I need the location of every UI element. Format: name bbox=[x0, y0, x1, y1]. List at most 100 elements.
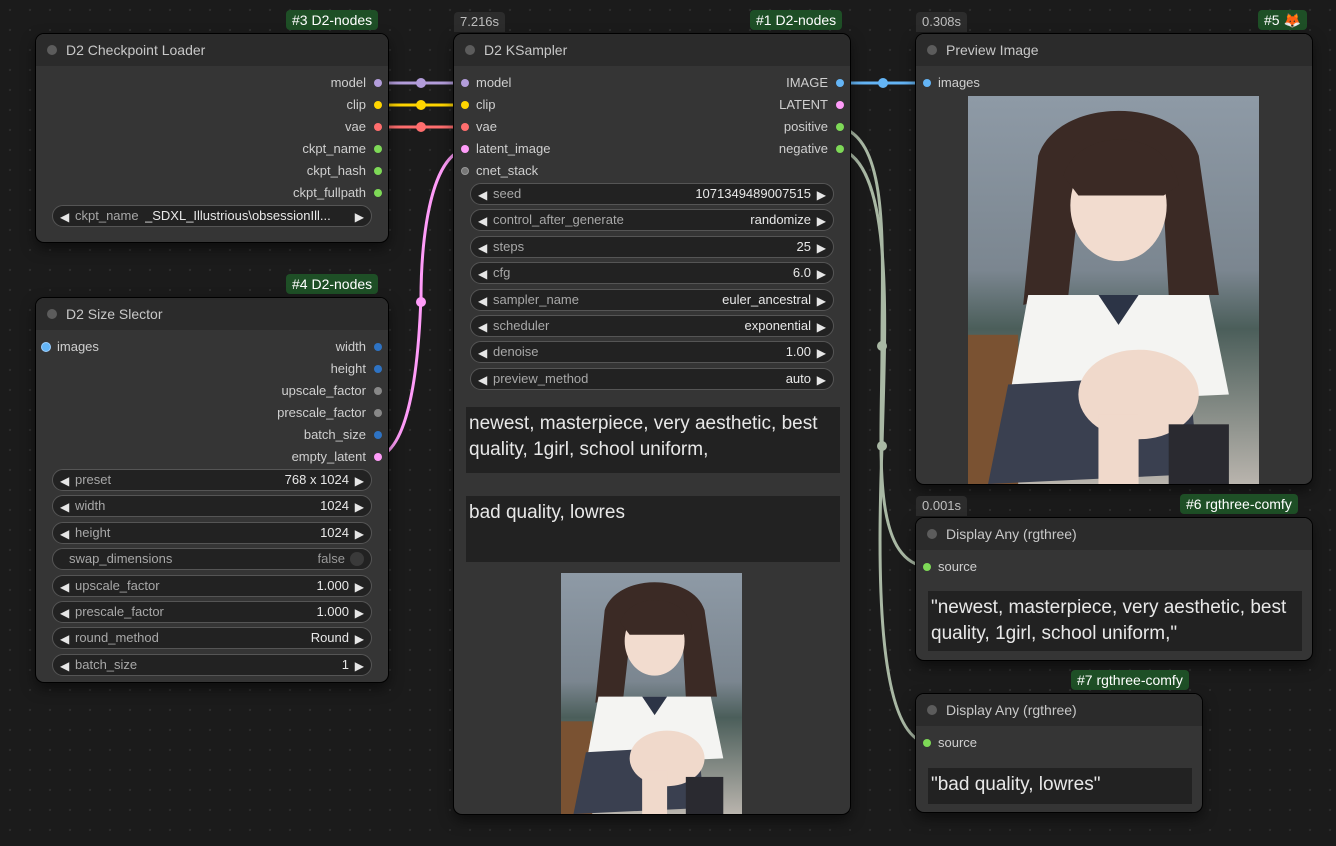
arrow-right-icon[interactable]: ▶ bbox=[817, 317, 826, 337]
output-latent[interactable]: LATENT bbox=[779, 95, 828, 115]
arrow-right-icon[interactable]: ▶ bbox=[355, 629, 364, 649]
input-source[interactable]: source bbox=[938, 557, 977, 577]
input-dot-icon[interactable] bbox=[461, 167, 469, 175]
output-dot-icon[interactable] bbox=[374, 123, 382, 131]
output-dot-icon[interactable] bbox=[374, 365, 382, 373]
output-dot-icon[interactable] bbox=[374, 189, 382, 197]
arrow-right-icon[interactable]: ▶ bbox=[355, 497, 364, 517]
arrow-right-icon[interactable]: ▶ bbox=[355, 524, 364, 544]
display-any-node-negative[interactable]: Display Any (rgthree) source "bad qualit… bbox=[916, 694, 1202, 812]
output-dot-icon[interactable] bbox=[374, 431, 382, 439]
checkpoint-loader-node[interactable]: D2 Checkpoint Loader model clip vae ckpt… bbox=[36, 34, 388, 242]
arrow-left-icon[interactable]: ◀ bbox=[60, 497, 69, 517]
output-dot-icon[interactable] bbox=[374, 145, 382, 153]
input-dot-icon[interactable] bbox=[42, 343, 50, 351]
arrow-left-icon[interactable]: ◀ bbox=[60, 524, 69, 544]
output-upscale-factor[interactable]: upscale_factor bbox=[281, 381, 366, 401]
input-dot-icon[interactable] bbox=[461, 79, 469, 87]
arrow-left-icon[interactable]: ◀ bbox=[478, 291, 487, 311]
preview-method-combo[interactable]: ◀ preview_method auto ▶ bbox=[470, 368, 834, 390]
sampler-name-combo[interactable]: ◀ sampler_name euler_ancestral ▶ bbox=[470, 289, 834, 311]
arrow-left-icon[interactable]: ◀ bbox=[60, 471, 69, 491]
arrow-left-icon[interactable]: ◀ bbox=[60, 629, 69, 649]
output-dot-icon[interactable] bbox=[836, 145, 844, 153]
node-title-bar[interactable]: Display Any (rgthree) bbox=[916, 694, 1202, 726]
arrow-right-icon[interactable]: ▶ bbox=[355, 471, 364, 491]
output-ckpt-name[interactable]: ckpt_name bbox=[302, 139, 366, 159]
prescale-factor-number[interactable]: ◀ prescale_factor 1.000 ▶ bbox=[52, 601, 372, 623]
control-after-generate-combo[interactable]: ◀ control_after_generate randomize ▶ bbox=[470, 209, 834, 231]
output-ckpt-fullpath[interactable]: ckpt_fullpath bbox=[293, 183, 366, 203]
arrow-left-icon[interactable]: ◀ bbox=[60, 656, 69, 676]
output-dot-icon[interactable] bbox=[374, 453, 382, 461]
upscale-factor-number[interactable]: ◀ upscale_factor 1.000 ▶ bbox=[52, 575, 372, 597]
output-ckpt-hash[interactable]: ckpt_hash bbox=[307, 161, 366, 181]
input-dot-icon[interactable] bbox=[461, 123, 469, 131]
arrow-left-icon[interactable]: ◀ bbox=[60, 207, 69, 227]
output-clip[interactable]: clip bbox=[346, 95, 366, 115]
input-source[interactable]: source bbox=[938, 733, 977, 753]
output-dot-icon[interactable] bbox=[374, 79, 382, 87]
arrow-right-icon[interactable]: ▶ bbox=[817, 291, 826, 311]
collapse-dot-icon[interactable] bbox=[927, 45, 937, 55]
input-latent-image[interactable]: latent_image bbox=[476, 139, 550, 159]
cfg-number[interactable]: ◀ cfg 6.0 ▶ bbox=[470, 262, 834, 284]
preview-image-node[interactable]: Preview Image images bbox=[916, 34, 1312, 484]
arrow-right-icon[interactable]: ▶ bbox=[817, 264, 826, 284]
arrow-left-icon[interactable]: ◀ bbox=[478, 343, 487, 363]
node-title-bar[interactable]: Display Any (rgthree) bbox=[916, 518, 1312, 550]
input-clip[interactable]: clip bbox=[476, 95, 496, 115]
output-dot-icon[interactable] bbox=[374, 101, 382, 109]
output-model[interactable]: model bbox=[331, 73, 366, 93]
arrow-left-icon[interactable]: ◀ bbox=[478, 211, 487, 231]
denoise-number[interactable]: ◀ denoise 1.00 ▶ bbox=[470, 341, 834, 363]
input-vae[interactable]: vae bbox=[476, 117, 497, 137]
batch-size-number[interactable]: ◀ batch_size 1 ▶ bbox=[52, 654, 372, 676]
collapse-dot-icon[interactable] bbox=[465, 45, 475, 55]
output-dot-icon[interactable] bbox=[836, 101, 844, 109]
display-text[interactable]: "bad quality, lowres" bbox=[928, 768, 1192, 804]
output-height[interactable]: height bbox=[331, 359, 366, 379]
arrow-left-icon[interactable]: ◀ bbox=[60, 603, 69, 623]
arrow-left-icon[interactable]: ◀ bbox=[60, 577, 69, 597]
output-preview-image[interactable] bbox=[968, 96, 1259, 484]
negative-prompt-textarea[interactable]: bad quality, lowres bbox=[466, 496, 840, 562]
arrow-right-icon[interactable]: ▶ bbox=[817, 238, 826, 258]
input-images[interactable]: images bbox=[57, 337, 99, 357]
output-dot-icon[interactable] bbox=[374, 387, 382, 395]
arrow-left-icon[interactable]: ◀ bbox=[478, 185, 487, 205]
input-dot-icon[interactable] bbox=[923, 563, 931, 571]
collapse-dot-icon[interactable] bbox=[927, 529, 937, 539]
input-model[interactable]: model bbox=[476, 73, 511, 93]
output-image[interactable]: IMAGE bbox=[786, 73, 828, 93]
collapse-dot-icon[interactable] bbox=[47, 45, 57, 55]
node-title-bar[interactable]: D2 KSampler bbox=[454, 34, 850, 66]
output-prescale-factor[interactable]: prescale_factor bbox=[277, 403, 366, 423]
output-dot-icon[interactable] bbox=[836, 123, 844, 131]
preset-combo[interactable]: ◀ preset 768 x 1024 ▶ bbox=[52, 469, 372, 491]
output-positive[interactable]: positive bbox=[784, 117, 828, 137]
toggle-knob-icon[interactable] bbox=[350, 552, 364, 566]
display-text[interactable]: "newest, masterpiece, very aesthetic, be… bbox=[928, 591, 1302, 651]
input-cnet-stack[interactable]: cnet_stack bbox=[476, 161, 538, 181]
seed-number[interactable]: ◀ seed 1071349489007515 ▶ bbox=[470, 183, 834, 205]
output-empty-latent[interactable]: empty_latent bbox=[292, 447, 366, 467]
ksampler-node[interactable]: D2 KSampler model clip vae latent_image … bbox=[454, 34, 850, 814]
input-dot-icon[interactable] bbox=[923, 739, 931, 747]
arrow-right-icon[interactable]: ▶ bbox=[355, 577, 364, 597]
arrow-right-icon[interactable]: ▶ bbox=[355, 603, 364, 623]
arrow-right-icon[interactable]: ▶ bbox=[817, 211, 826, 231]
output-dot-icon[interactable] bbox=[374, 167, 382, 175]
collapse-dot-icon[interactable] bbox=[47, 309, 57, 319]
arrow-left-icon[interactable]: ◀ bbox=[478, 370, 487, 390]
input-dot-icon[interactable] bbox=[461, 145, 469, 153]
output-width[interactable]: width bbox=[336, 337, 366, 357]
size-selector-node[interactable]: D2 Size Slector images width height upsc… bbox=[36, 298, 388, 682]
arrow-right-icon[interactable]: ▶ bbox=[355, 207, 364, 227]
node-title-bar[interactable]: Preview Image bbox=[916, 34, 1312, 66]
node-title-bar[interactable]: D2 Checkpoint Loader bbox=[36, 34, 388, 66]
display-any-node-positive[interactable]: Display Any (rgthree) source "newest, ma… bbox=[916, 518, 1312, 660]
steps-number[interactable]: ◀ steps 25 ▶ bbox=[470, 236, 834, 258]
arrow-right-icon[interactable]: ▶ bbox=[817, 370, 826, 390]
output-dot-icon[interactable] bbox=[836, 79, 844, 87]
